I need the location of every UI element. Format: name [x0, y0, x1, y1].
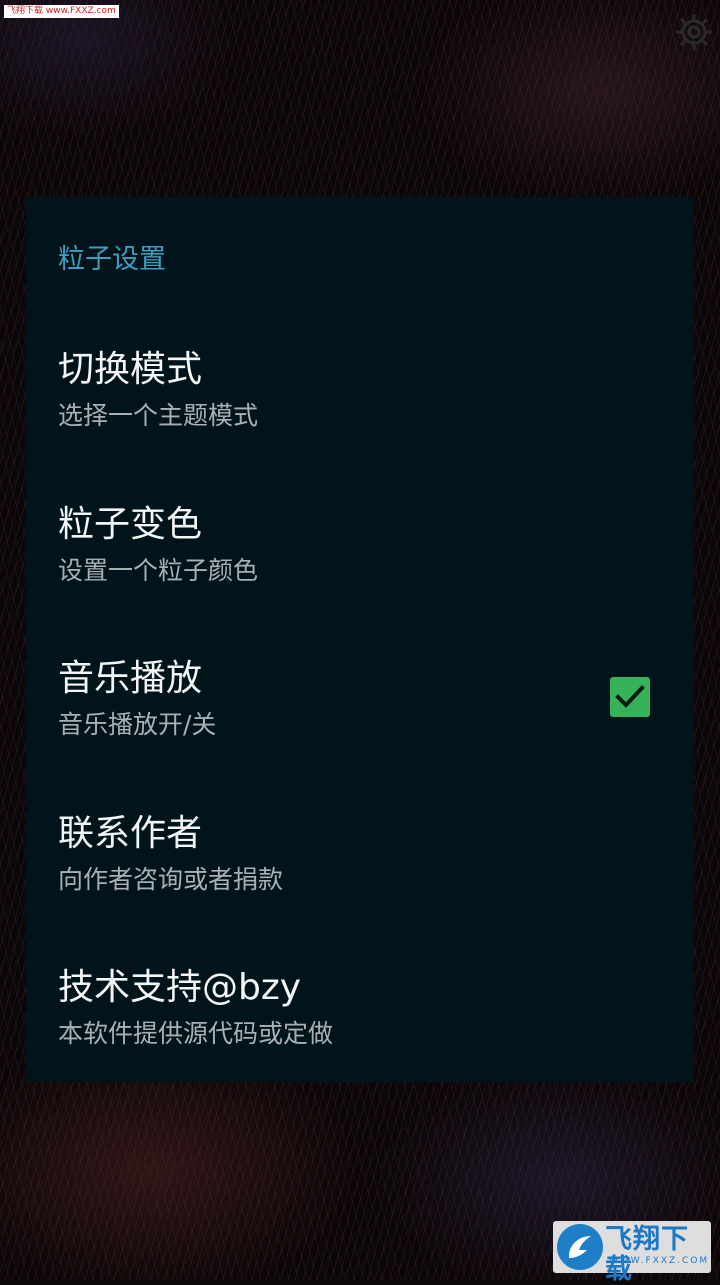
pref-particle-color[interactable]: 粒子变色 设置一个粒子颜色: [26, 504, 694, 654]
section-title: 粒子设置: [58, 244, 166, 275]
pref-title: 音乐播放: [58, 658, 203, 699]
check-icon: [615, 685, 645, 708]
settings-dialog: 粒子设置 切换模式 选择一个主题模式 粒子变色 设置一个粒子颜色 音乐播放 音乐…: [26, 197, 694, 1082]
pref-music-playback[interactable]: 音乐播放 音乐播放开/关: [26, 658, 694, 808]
pref-switch-mode[interactable]: 切换模式 选择一个主题模式: [26, 349, 694, 499]
pref-tech-support[interactable]: 技术支持@bzy 本软件提供源代码或定做: [26, 967, 694, 1117]
pref-summary: 设置一个粒子颜色: [58, 556, 259, 585]
pref-title: 技术支持@bzy: [58, 967, 302, 1008]
pref-summary: 音乐播放开/关: [58, 710, 217, 739]
pref-contact-author[interactable]: 联系作者 向作者咨询或者捐款: [26, 813, 694, 963]
fxxz-logo-icon: [557, 1224, 603, 1270]
logo-url: WWW.FXXZ.COM: [609, 1256, 710, 1266]
pref-title: 联系作者: [58, 813, 203, 854]
pref-summary: 选择一个主题模式: [58, 401, 259, 430]
music-checkbox[interactable]: [610, 677, 650, 717]
gear-icon[interactable]: [672, 10, 716, 54]
pref-summary: 向作者咨询或者捐款: [58, 865, 284, 894]
watermark-label: 飞翔下载 www.FXXZ.com: [4, 5, 119, 18]
pref-title: 切换模式: [58, 349, 203, 390]
pref-title: 粒子变色: [58, 504, 203, 545]
logo-name: 飞翔下载: [605, 1224, 689, 1285]
pref-summary: 本软件提供源代码或定做: [58, 1019, 334, 1048]
fxxz-logo: 飞翔下载 WWW.FXXZ.COM: [553, 1221, 711, 1285]
